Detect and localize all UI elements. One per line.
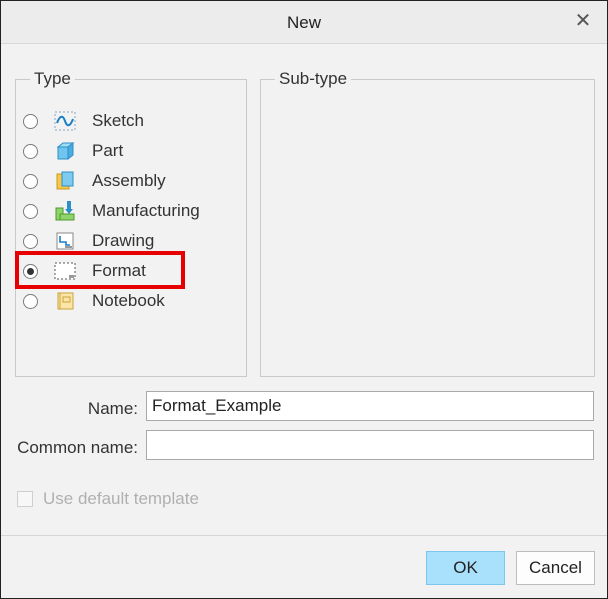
use-default-template-checkbox[interactable] <box>17 491 33 507</box>
type-label: Format <box>92 261 146 280</box>
common-name-input[interactable] <box>146 430 594 460</box>
close-icon[interactable]: ✕ <box>571 9 595 33</box>
manufacturing-icon <box>54 200 76 222</box>
drawing-icon <box>54 230 76 252</box>
footer-divider <box>1 535 607 536</box>
radio-drawing[interactable] <box>23 233 38 249</box>
type-label: Assembly <box>92 171 166 190</box>
type-label: Part <box>92 141 124 160</box>
use-default-template-option[interactable]: Use default template <box>17 489 199 509</box>
sketch-icon <box>54 110 76 132</box>
use-default-template-label: Use default template <box>43 489 199 508</box>
assembly-icon <box>54 170 76 192</box>
radio-format[interactable] <box>23 263 38 279</box>
subtype-legend: Sub-type <box>279 69 348 88</box>
radio-manufacturing[interactable] <box>23 203 38 219</box>
new-dialog: New ✕ Type Sub-type Sketch Part Assembly… <box>0 0 608 599</box>
dialog-title: New <box>286 13 321 32</box>
type-label: Manufacturing <box>92 201 200 220</box>
radio-sketch[interactable] <box>23 113 38 129</box>
type-option-notebook[interactable]: Notebook <box>23 287 165 315</box>
notebook-icon <box>54 290 76 312</box>
type-legend: Type <box>34 69 71 88</box>
part-icon <box>54 140 76 162</box>
type-option-format[interactable]: Format <box>23 257 146 285</box>
radio-notebook[interactable] <box>23 293 38 309</box>
type-option-drawing[interactable]: Drawing <box>23 227 154 255</box>
type-label: Sketch <box>92 111 144 130</box>
cancel-button[interactable]: Cancel <box>516 551 595 585</box>
name-input[interactable] <box>146 391 594 421</box>
radio-part[interactable] <box>23 143 38 159</box>
type-option-assembly[interactable]: Assembly <box>23 167 166 195</box>
subtype-group: Sub-type <box>260 69 595 377</box>
type-option-sketch[interactable]: Sketch <box>23 107 144 135</box>
common-name-label: Common name: <box>17 438 138 457</box>
ok-button[interactable]: OK <box>426 551 505 585</box>
type-option-manufacturing[interactable]: Manufacturing <box>23 197 200 225</box>
type-option-part[interactable]: Part <box>23 137 123 165</box>
format-icon <box>54 260 76 282</box>
title-bar: New ✕ <box>1 1 607 44</box>
type-label: Drawing <box>92 231 155 250</box>
type-label: Notebook <box>92 291 165 310</box>
radio-assembly[interactable] <box>23 173 38 189</box>
name-label: Name: <box>87 399 138 418</box>
